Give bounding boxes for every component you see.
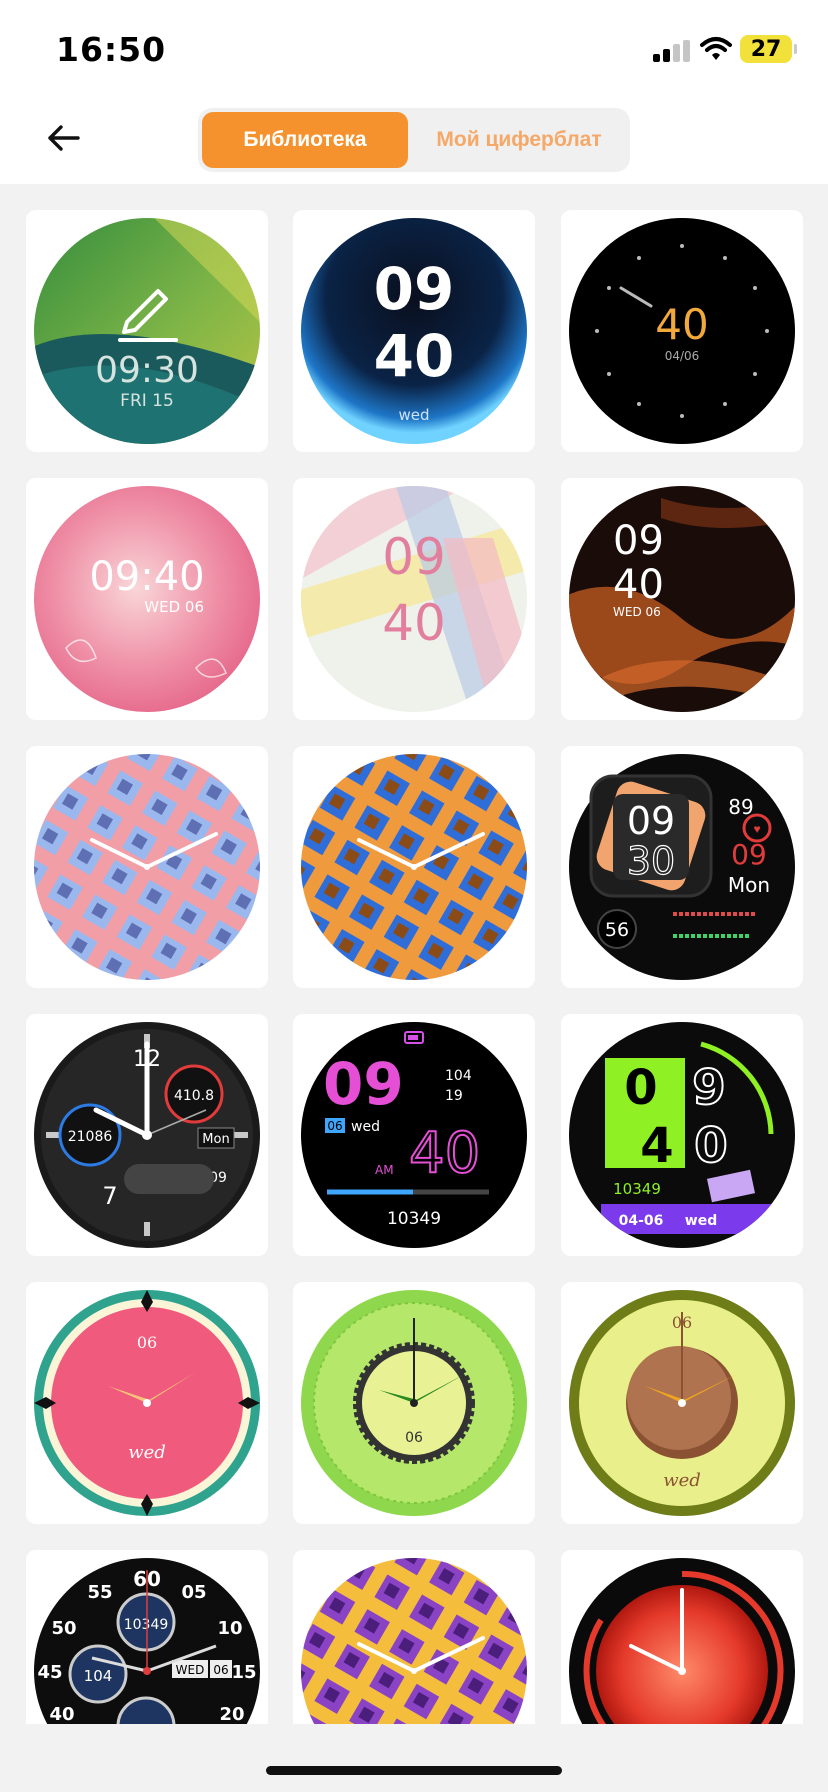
- face-h2: 9: [692, 1060, 725, 1116]
- face-stat-1: 104: [445, 1068, 472, 1084]
- wifi-icon: [700, 37, 732, 60]
- face-day: wed: [128, 1442, 166, 1463]
- face-minutes: 40: [655, 300, 708, 349]
- watchface-card[interactable]: 09 104 19 06 wed AM 40 10349: [293, 1014, 535, 1256]
- watchface-card[interactable]: [293, 746, 535, 988]
- face-stat-2: 19: [445, 1088, 463, 1104]
- watchface-grid: 09:30 FRI 15 09 40 wed 40 04/06 09:40 WE…: [0, 184, 828, 1724]
- face-05: 05: [181, 1582, 206, 1603]
- face-40: 40: [49, 1704, 74, 1724]
- face-date: 04/06: [665, 349, 700, 363]
- battery-level: 27: [750, 36, 782, 62]
- watchface-card[interactable]: [26, 746, 268, 988]
- face-minutes: 40: [409, 1121, 480, 1186]
- face-steps: 21086: [68, 1129, 113, 1145]
- watchface-card[interactable]: 0 9 4 0 10349 04-06 wed: [561, 1014, 803, 1256]
- face-time: 09:30: [95, 350, 199, 391]
- face-minutes: 40: [382, 594, 446, 652]
- face-hours: 09: [374, 255, 455, 323]
- watchface-card[interactable]: 09:30 FRI 15: [26, 210, 268, 452]
- watchface-card[interactable]: 40 04/06: [561, 210, 803, 452]
- face-date: WED 06: [144, 598, 204, 616]
- face-date: 06: [327, 1119, 342, 1133]
- face-date: 04-06: [619, 1213, 664, 1229]
- face-heart: 104: [84, 1667, 113, 1685]
- tab-switcher: Библиотека Мой циферблат: [198, 108, 630, 172]
- watchface-card[interactable]: [561, 1550, 803, 1724]
- face-minutes: 40: [613, 562, 664, 608]
- watchface-card[interactable]: 06: [293, 1282, 535, 1524]
- face-day: WED: [176, 1663, 205, 1677]
- face-day: wed: [398, 406, 429, 424]
- face-steps: 10349: [613, 1180, 661, 1198]
- battery-icon: 27: [740, 35, 792, 63]
- face-day: Mon: [728, 873, 770, 897]
- watchface-card[interactable]: 09 40 wed: [293, 210, 535, 452]
- watchface-card[interactable]: 09 30 89 ♥ 09 Mon 56: [561, 746, 803, 988]
- bottom-area: [0, 1724, 828, 1792]
- tab-library[interactable]: Библиотека: [202, 112, 408, 168]
- heart-icon: ♥: [753, 822, 760, 836]
- face-m1: 4: [640, 1118, 673, 1174]
- face-hours: 09: [627, 799, 675, 843]
- face-steps: 10349: [387, 1209, 441, 1229]
- face-day: wed: [663, 1470, 701, 1491]
- face-value: 410.8: [174, 1088, 214, 1104]
- face-minutes: 30: [627, 839, 675, 883]
- face-50: 50: [51, 1618, 76, 1639]
- face-hours: 09: [382, 528, 446, 586]
- watchface-card[interactable]: 06 wed: [26, 1282, 268, 1524]
- tab-my-watchface[interactable]: Мой циферблат: [412, 112, 626, 168]
- face-10: 10: [217, 1618, 242, 1639]
- face-date: WED 06: [613, 605, 661, 619]
- watchface-card[interactable]: [293, 1550, 535, 1724]
- home-indicator[interactable]: [266, 1766, 562, 1775]
- watchface-card[interactable]: 06 wed: [561, 1282, 803, 1524]
- watchface-card[interactable]: 09 40 WED 06: [561, 478, 803, 720]
- face-time: 09:40: [89, 554, 204, 600]
- face-45: 45: [37, 1662, 62, 1683]
- face-minutes: 40: [374, 322, 455, 390]
- header: 16:50 27 Библиотека Мой циферблат: [0, 0, 828, 184]
- face-55: 55: [87, 1582, 112, 1603]
- face-15: 15: [231, 1662, 256, 1683]
- signal-icon: [653, 40, 691, 62]
- battery-cap: [794, 44, 797, 54]
- face-hours: 09: [323, 1050, 404, 1118]
- face-steps: 10349: [124, 1617, 169, 1633]
- face-date: 06: [213, 1663, 228, 1677]
- face-h1: 0: [624, 1060, 657, 1116]
- watchface-card[interactable]: 09:40 WED 06: [26, 478, 268, 720]
- face-date: 06: [405, 1430, 423, 1446]
- face-date: FRI 15: [120, 391, 174, 411]
- face-m2: 0: [694, 1118, 727, 1174]
- status-time: 16:50: [56, 30, 167, 69]
- face-ampm: AM: [375, 1163, 394, 1177]
- face-hours: 09: [613, 518, 664, 564]
- face-7: 7: [102, 1182, 117, 1210]
- face-day: wed: [351, 1119, 380, 1135]
- face-day: wed: [685, 1213, 717, 1229]
- face-battery: 56: [605, 919, 629, 941]
- face-20: 20: [219, 1704, 244, 1724]
- face-date: 06: [137, 1333, 157, 1352]
- watchface-card[interactable]: 60 55 05 50 10 45 15 40 20 10349 104 WED…: [26, 1550, 268, 1724]
- watchface-card[interactable]: 09 40: [293, 478, 535, 720]
- arrow-left-icon[interactable]: [44, 118, 84, 158]
- face-day: Mon: [202, 1132, 229, 1147]
- face-date: 09: [731, 838, 767, 871]
- watchface-card[interactable]: 12 410.8 21086 Mon 09 7: [26, 1014, 268, 1256]
